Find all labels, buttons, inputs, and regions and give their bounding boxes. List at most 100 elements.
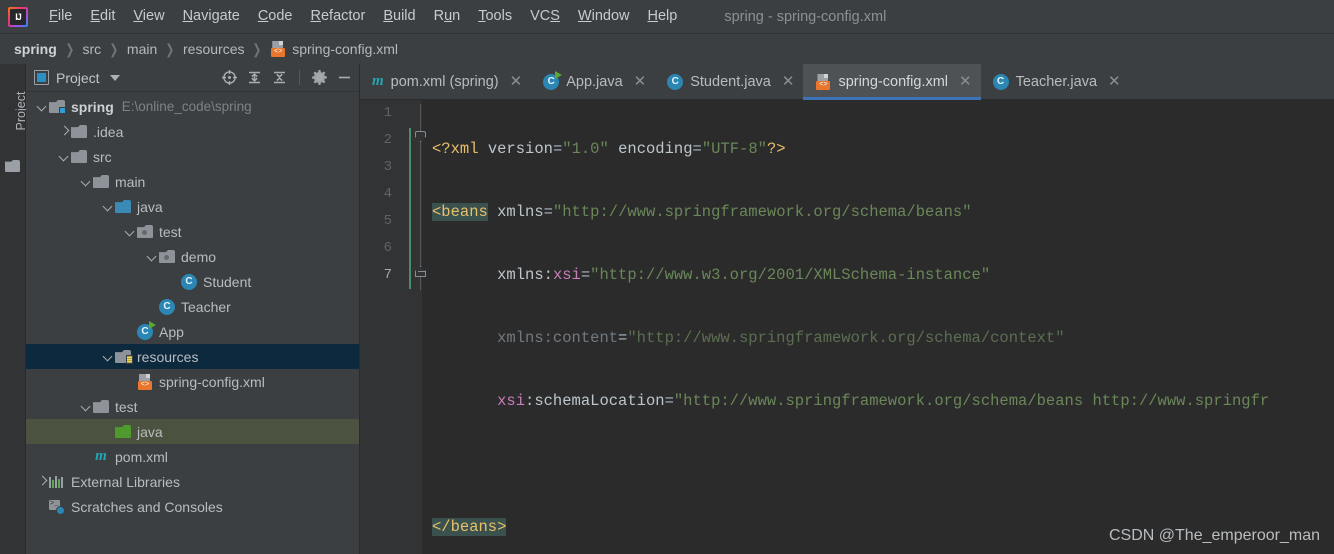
project-panel-header: Project: [26, 64, 359, 92]
tree-arrow-spacer: [124, 325, 137, 338]
tree-node-spring-config-xml[interactable]: <> spring-config.xml: [26, 369, 359, 394]
close-icon[interactable]: ✕: [1108, 74, 1121, 89]
menu-build[interactable]: Build: [374, 5, 424, 28]
expand-all-icon[interactable]: [246, 69, 263, 86]
breadcrumb-item-main[interactable]: main: [127, 41, 157, 57]
code-line-5: xsi:schemaLocation="http://www.springfra…: [497, 392, 1270, 410]
editor-tab-label: Student.java: [690, 73, 771, 90]
tree-node-scratches-and-consoles[interactable]: >_ Scratches and Consoles: [26, 494, 359, 519]
line-number: 4: [383, 186, 392, 202]
tree-node-external-libraries[interactable]: External Libraries: [26, 469, 359, 494]
editor-tab-label: App.java: [566, 73, 623, 90]
collapse-all-icon[interactable]: [271, 69, 288, 86]
tree-arrow-spacer: [124, 375, 137, 388]
folder-icon: [71, 150, 87, 163]
editor-area: m pom.xml (spring) ✕ App.java ✕ Student.java ✕…: [360, 64, 1334, 554]
editor-tab-spring-config-xml[interactable]: <> spring-config.xml ✕: [803, 64, 981, 100]
tree-node-spring[interactable]: spring E:\online_code\spring: [26, 94, 359, 119]
tree-node-src[interactable]: src: [26, 144, 359, 169]
chevron-down-icon[interactable]: [80, 400, 93, 413]
tree-node-label: java: [137, 198, 163, 215]
close-icon[interactable]: ✕: [959, 74, 972, 89]
tree-node-java[interactable]: java: [26, 194, 359, 219]
editor-tab-teacher-java[interactable]: Teacher.java ✕: [981, 64, 1130, 99]
tree-node-main[interactable]: main: [26, 169, 359, 194]
chevron-down-icon[interactable]: [102, 200, 115, 213]
external-libraries-icon: [49, 475, 65, 488]
menu-file[interactable]: File: [40, 5, 81, 28]
java-class-icon: [181, 273, 197, 290]
editor-tab-student-java[interactable]: Student.java ✕: [655, 64, 803, 99]
chevron-down-icon[interactable]: [124, 225, 137, 238]
tree-node-app[interactable]: App: [26, 319, 359, 344]
java-class-icon: [667, 73, 684, 90]
gear-icon[interactable]: [311, 69, 328, 86]
menu-navigate[interactable]: Navigate: [174, 5, 249, 28]
folder-icon[interactable]: [5, 160, 20, 172]
tree-node-demo[interactable]: demo: [26, 244, 359, 269]
close-icon[interactable]: ✕: [634, 74, 647, 89]
package-folder-icon: [137, 225, 153, 238]
project-panel-toolbar: [221, 69, 353, 86]
tree-node-label: main: [115, 173, 146, 190]
breadcrumb-separator: ❯: [252, 40, 262, 57]
chevron-right-icon[interactable]: [36, 475, 49, 488]
code-editor[interactable]: 1 2 3 4 5 6 7 <?xml version="1.0" encodi…: [360, 100, 1334, 554]
breadcrumb-item-spring[interactable]: spring: [14, 41, 57, 57]
window-title: spring - spring-config.xml: [724, 8, 887, 25]
tree-node-test[interactable]: test: [26, 394, 359, 419]
chevron-down-icon[interactable]: [58, 150, 71, 163]
code-fold-marker-close[interactable]: [415, 266, 426, 277]
breadcrumb: spring ❯ src ❯ main ❯ resources ❯ <> spr…: [0, 34, 1334, 64]
menu-run[interactable]: Run: [425, 5, 470, 28]
tree-node-label: demo: [181, 248, 217, 265]
chevron-down-icon[interactable]: [146, 250, 159, 263]
menu-vcs[interactable]: VCS: [521, 5, 569, 28]
menu-edit[interactable]: Edit: [81, 5, 124, 28]
menu-view[interactable]: View: [124, 5, 173, 28]
folder-icon: [71, 125, 87, 138]
editor-gutter[interactable]: 1 2 3 4 5 6 7: [360, 100, 426, 554]
menu-tools[interactable]: Tools: [469, 5, 521, 28]
project-panel-title: Project: [56, 69, 100, 86]
tree-node-resources[interactable]: resources: [26, 344, 359, 369]
tree-node-teacher[interactable]: Teacher: [26, 294, 359, 319]
code-content[interactable]: <?xml version="1.0" encoding="UTF-8"?> <…: [432, 100, 1334, 554]
menu-refactor[interactable]: Refactor: [302, 5, 375, 28]
tree-node-label: spring: [71, 98, 114, 115]
xml-file-icon: <>: [815, 73, 831, 90]
tree-node-pom-xml[interactable]: m pom.xml: [26, 444, 359, 469]
close-icon[interactable]: ✕: [510, 74, 523, 89]
breadcrumb-item-resources[interactable]: resources: [183, 41, 244, 57]
line-number: 3: [383, 159, 392, 175]
minimize-icon[interactable]: [336, 69, 353, 86]
tree-node-idea[interactable]: .idea: [26, 119, 359, 144]
breadcrumb-item-src[interactable]: src: [83, 41, 102, 57]
breadcrumb-item-file[interactable]: <> spring-config.xml: [270, 41, 398, 57]
code-line-2: <beans xmlns="http://www.springframework…: [432, 203, 972, 221]
menu-code[interactable]: Code: [249, 5, 302, 28]
intellij-idea-logo-icon: [8, 6, 28, 27]
tree-node-test[interactable]: test: [26, 219, 359, 244]
menu-window[interactable]: Window: [569, 5, 639, 28]
chevron-down-icon[interactable]: [109, 74, 120, 81]
tree-node-student[interactable]: Student: [26, 269, 359, 294]
intellij-idea-window: File Edit View Navigate Code Refactor Bu…: [0, 0, 1334, 554]
close-icon[interactable]: ✕: [782, 74, 795, 89]
editor-tab-pom-xml-spring[interactable]: m pom.xml (spring) ✕: [360, 64, 531, 99]
code-line-1: <?xml version="1.0" encoding="UTF-8"?>: [432, 140, 786, 158]
tree-node-java[interactable]: java: [26, 419, 359, 444]
select-opened-file-icon[interactable]: [221, 69, 238, 86]
code-fold-marker-open[interactable]: [415, 131, 426, 142]
chevron-down-icon[interactable]: [102, 350, 115, 363]
vcs-change-marker[interactable]: [409, 128, 411, 289]
editor-tab-app-java[interactable]: App.java ✕: [531, 64, 655, 99]
breadcrumb-separator: ❯: [65, 40, 75, 57]
chevron-down-icon[interactable]: [80, 175, 93, 188]
chevron-right-icon[interactable]: [58, 125, 71, 138]
chevron-down-icon[interactable]: [36, 100, 49, 113]
line-number: 5: [383, 213, 392, 229]
menu-help[interactable]: Help: [638, 5, 686, 28]
breadcrumb-separator: ❯: [165, 40, 175, 57]
